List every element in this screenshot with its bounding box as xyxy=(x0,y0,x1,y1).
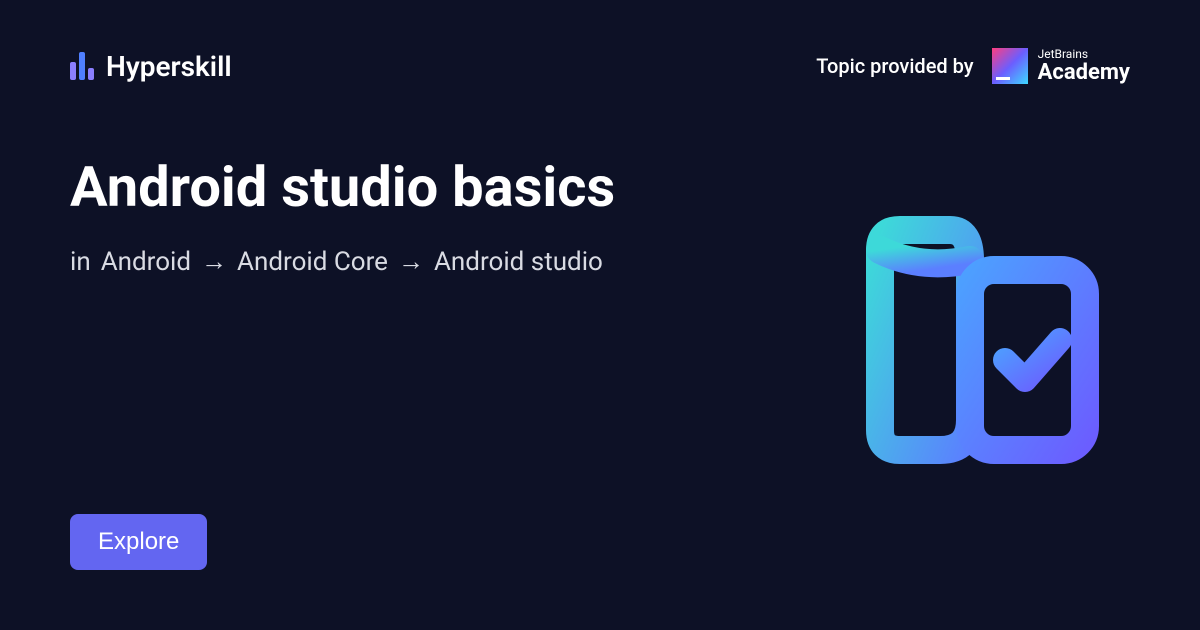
arrow-right-icon: → xyxy=(201,246,227,277)
provided-by-label: Topic provided by xyxy=(816,54,973,78)
breadcrumb-prefix: in xyxy=(70,247,91,277)
explore-button[interactable]: Explore xyxy=(70,514,207,570)
jetbrains-icon xyxy=(992,48,1028,84)
breadcrumb-item: Android Core xyxy=(237,247,388,277)
breadcrumb-item: Android xyxy=(101,247,191,277)
academy-top-label: JetBrains xyxy=(1038,48,1130,61)
arrow-right-icon: → xyxy=(398,246,424,277)
breadcrumb-item: Android studio xyxy=(434,247,603,277)
provider-block: Topic provided by JetBrains Academy xyxy=(816,48,1130,84)
academy-text: JetBrains Academy xyxy=(1038,48,1130,84)
academy-bottom-label: Academy xyxy=(1038,61,1130,84)
header: Hyperskill Topic provided by JetBrains A… xyxy=(0,0,1200,84)
academy-logo: JetBrains Academy xyxy=(992,48,1130,84)
brand-name: Hyperskill xyxy=(106,50,232,83)
hyperskill-icon xyxy=(70,52,94,80)
book-checkmark-icon xyxy=(840,200,1120,480)
brand-logo: Hyperskill xyxy=(70,50,232,83)
